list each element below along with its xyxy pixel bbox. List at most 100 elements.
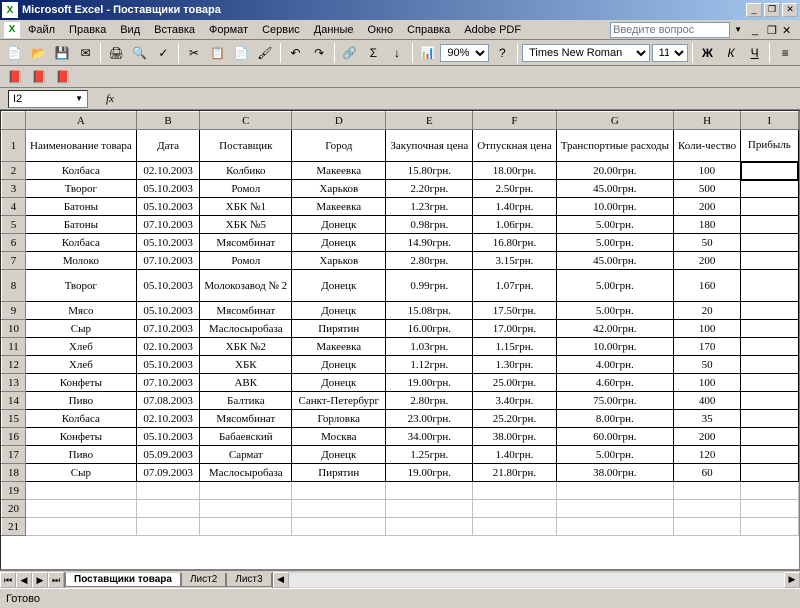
sheet-tab-2[interactable]: Лист2: [181, 573, 226, 587]
cell[interactable]: 38.00грн.: [556, 464, 673, 482]
cell[interactable]: ХБК №5: [200, 216, 292, 234]
cell[interactable]: 16.80грн.: [473, 234, 556, 252]
cell[interactable]: 02.10.2003: [136, 338, 200, 356]
cell[interactable]: 05.10.2003: [136, 428, 200, 446]
link-button[interactable]: 🔗: [339, 42, 361, 64]
font-size-select[interactable]: 11: [652, 44, 688, 62]
cell[interactable]: Донецк: [292, 446, 386, 464]
tab-first-button[interactable]: ⏮: [0, 572, 16, 588]
cell[interactable]: Ромол: [200, 252, 292, 270]
cell[interactable]: Молоко: [26, 252, 137, 270]
minimize-button[interactable]: _: [746, 3, 762, 17]
header-cell[interactable]: Дата: [136, 130, 200, 162]
cell[interactable]: 07.10.2003: [136, 320, 200, 338]
row-header-9[interactable]: 9: [2, 302, 26, 320]
cell[interactable]: 10.00грн.: [556, 198, 673, 216]
cell[interactable]: [26, 482, 137, 500]
menu-view[interactable]: Вид: [114, 22, 146, 38]
menu-edit[interactable]: Правка: [63, 22, 112, 38]
menu-insert[interactable]: Вставка: [148, 22, 201, 38]
cell[interactable]: [741, 356, 798, 374]
cell[interactable]: Конфеты: [26, 374, 137, 392]
bold-button[interactable]: Ж: [697, 42, 719, 64]
cell[interactable]: Москва: [292, 428, 386, 446]
cell[interactable]: Пирятин: [292, 320, 386, 338]
cell[interactable]: 50: [674, 234, 741, 252]
select-all-corner[interactable]: [2, 112, 26, 130]
col-header-E[interactable]: E: [386, 112, 473, 130]
row-header-7[interactable]: 7: [2, 252, 26, 270]
mdi-restore[interactable]: ❐: [767, 24, 781, 36]
cell[interactable]: 2.80грн.: [386, 392, 473, 410]
cell[interactable]: Харьков: [292, 252, 386, 270]
cell[interactable]: Пиво: [26, 392, 137, 410]
cell[interactable]: 400: [674, 392, 741, 410]
row-header-15[interactable]: 15: [2, 410, 26, 428]
cell[interactable]: 05.10.2003: [136, 356, 200, 374]
cell[interactable]: [741, 410, 798, 428]
cell[interactable]: [26, 518, 137, 536]
cell[interactable]: [741, 428, 798, 446]
cell[interactable]: [473, 518, 556, 536]
cell[interactable]: 19.00грн.: [386, 374, 473, 392]
cell[interactable]: 2.80грн.: [386, 252, 473, 270]
header-cell[interactable]: Транспортные расходы: [556, 130, 673, 162]
cell[interactable]: [674, 500, 741, 518]
cell[interactable]: Творог: [26, 180, 137, 198]
cell[interactable]: Молокозавод № 2: [200, 270, 292, 302]
cell[interactable]: 100: [674, 320, 741, 338]
cell[interactable]: 17.50грн.: [473, 302, 556, 320]
cell[interactable]: Харьков: [292, 180, 386, 198]
menu-format[interactable]: Формат: [203, 22, 254, 38]
undo-button[interactable]: ↶: [285, 42, 307, 64]
spell-button[interactable]: ✓: [153, 42, 175, 64]
hscroll-right[interactable]: ▶: [784, 572, 800, 588]
cell[interactable]: 15.80грн.: [386, 162, 473, 180]
col-header-C[interactable]: C: [200, 112, 292, 130]
paste-button[interactable]: 📄: [230, 42, 252, 64]
cell[interactable]: 05.09.2003: [136, 446, 200, 464]
mdi-minimize[interactable]: _: [752, 24, 766, 36]
font-name-select[interactable]: Times New Roman: [522, 44, 650, 62]
cell[interactable]: Творог: [26, 270, 137, 302]
cell[interactable]: Донецк: [292, 302, 386, 320]
cell[interactable]: ХБК: [200, 356, 292, 374]
tab-prev-button[interactable]: ◀: [16, 572, 32, 588]
cell[interactable]: 07.08.2003: [136, 392, 200, 410]
header-cell[interactable]: Поставщик: [200, 130, 292, 162]
row-header-1[interactable]: 1: [2, 130, 26, 162]
cell[interactable]: 07.10.2003: [136, 252, 200, 270]
cell[interactable]: 17.00грн.: [473, 320, 556, 338]
cell[interactable]: 1.15грн.: [473, 338, 556, 356]
underline-button[interactable]: Ч: [744, 42, 766, 64]
cell[interactable]: 1.06грн.: [473, 216, 556, 234]
cell[interactable]: 05.10.2003: [136, 270, 200, 302]
mdi-close[interactable]: ✕: [782, 24, 796, 36]
row-header-6[interactable]: 6: [2, 234, 26, 252]
cell[interactable]: [136, 500, 200, 518]
cell[interactable]: 45.00грн.: [556, 180, 673, 198]
close-button[interactable]: ✕: [782, 3, 798, 17]
cell[interactable]: 35: [674, 410, 741, 428]
col-header-G[interactable]: G: [556, 112, 673, 130]
cell[interactable]: 14.90грн.: [386, 234, 473, 252]
menu-data[interactable]: Данные: [308, 22, 360, 38]
col-header-I[interactable]: I: [741, 112, 798, 130]
cell[interactable]: [741, 320, 798, 338]
cell[interactable]: Батоны: [26, 216, 137, 234]
cell[interactable]: Донецк: [292, 374, 386, 392]
cell[interactable]: Донецк: [292, 234, 386, 252]
cell[interactable]: 75.00грн.: [556, 392, 673, 410]
cell[interactable]: 05.10.2003: [136, 302, 200, 320]
col-header-A[interactable]: A: [26, 112, 137, 130]
header-cell[interactable]: Наименование товара: [26, 130, 137, 162]
cell[interactable]: [292, 518, 386, 536]
cell[interactable]: Пирятин: [292, 464, 386, 482]
pdf-button-3[interactable]: 📕: [52, 66, 74, 88]
sum-button[interactable]: Σ: [363, 42, 385, 64]
row-header-19[interactable]: 19: [2, 482, 26, 500]
row-header-8[interactable]: 8: [2, 270, 26, 302]
cell[interactable]: Макеевка: [292, 162, 386, 180]
col-header-B[interactable]: B: [136, 112, 200, 130]
cell[interactable]: 0.98грн.: [386, 216, 473, 234]
